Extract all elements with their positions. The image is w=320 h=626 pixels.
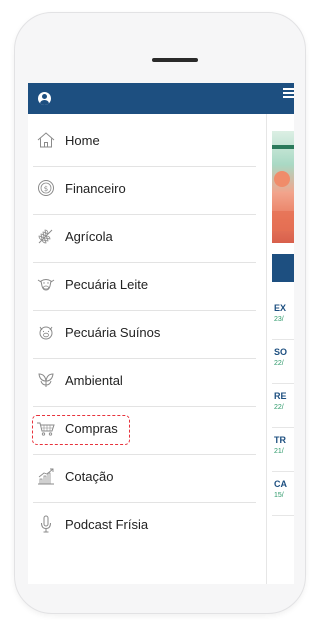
pig-icon (36, 322, 56, 342)
section-header-bar (272, 254, 294, 282)
phone-speaker (152, 58, 198, 62)
main-content-peek: EX 23/ SO 22/ RE 22/ TR 21/ CA 15/ (266, 114, 294, 584)
news-item[interactable]: RE 22/ (272, 384, 294, 428)
news-title: CA (274, 479, 287, 489)
menu-item-label: Home (65, 133, 100, 148)
news-date: 22/ (274, 404, 284, 411)
menu-item-label: Pecuária Suínos (65, 325, 161, 340)
menu-item-label: Agrícola (65, 229, 113, 244)
menu-item-label: Compras (65, 421, 118, 436)
home-icon (36, 130, 56, 150)
menu-item-financeiro[interactable]: $ Financeiro (28, 167, 266, 215)
menu-item-ambiental[interactable]: Ambiental (28, 359, 266, 407)
menu-item-label: Pecuária Leite (65, 277, 149, 292)
menu-item-home[interactable]: Home (28, 119, 266, 167)
news-date: 15/ (274, 492, 284, 499)
bar-chart-icon (36, 466, 56, 486)
news-item[interactable]: SO 22/ (272, 340, 294, 384)
news-title: TR (274, 435, 286, 445)
news-item[interactable]: CA 15/ (272, 472, 294, 516)
svg-text:$: $ (44, 185, 48, 193)
wheat-icon (36, 226, 56, 246)
news-item[interactable]: EX 23/ (272, 296, 294, 340)
menu-item-agricola[interactable]: Agrícola (28, 215, 266, 263)
news-date: 22/ (274, 360, 284, 367)
news-date: 21/ (274, 448, 284, 455)
cart-icon (36, 418, 56, 438)
navigation-drawer: Home $ Financeiro Agrícola Pecuária Leit… (28, 114, 267, 584)
menu-item-podcast-frisia[interactable]: Podcast Frísia (28, 503, 266, 551)
app-screen: EX 23/ SO 22/ RE 22/ TR 21/ CA 15/ Home … (28, 83, 294, 584)
menu-item-label: Financeiro (65, 181, 126, 196)
news-title: RE (274, 391, 287, 401)
microphone-icon (36, 514, 56, 534)
menu-item-pecuaria-suinos[interactable]: Pecuária Suínos (28, 311, 266, 359)
news-title: SO (274, 347, 288, 357)
menu-item-pecuaria-leite[interactable]: Pecuária Leite (28, 263, 266, 311)
news-date: 23/ (274, 316, 284, 323)
coin-icon: $ (36, 178, 56, 198)
news-title: EX (274, 303, 287, 313)
top-app-bar (28, 83, 294, 114)
banner-image[interactable] (272, 131, 294, 243)
menu-item-label: Ambiental (65, 373, 123, 388)
leaves-icon (36, 370, 56, 390)
menu-item-compras[interactable]: Compras (28, 407, 266, 455)
user-icon[interactable] (38, 92, 51, 105)
menu-item-label: Cotação (65, 469, 114, 484)
menu-item-cotacao[interactable]: Cotação (28, 455, 266, 503)
cow-icon (36, 274, 56, 294)
menu-item-label: Podcast Frísia (65, 517, 149, 532)
hamburger-menu-icon[interactable] (283, 88, 294, 98)
news-item[interactable]: TR 21/ (272, 428, 294, 472)
